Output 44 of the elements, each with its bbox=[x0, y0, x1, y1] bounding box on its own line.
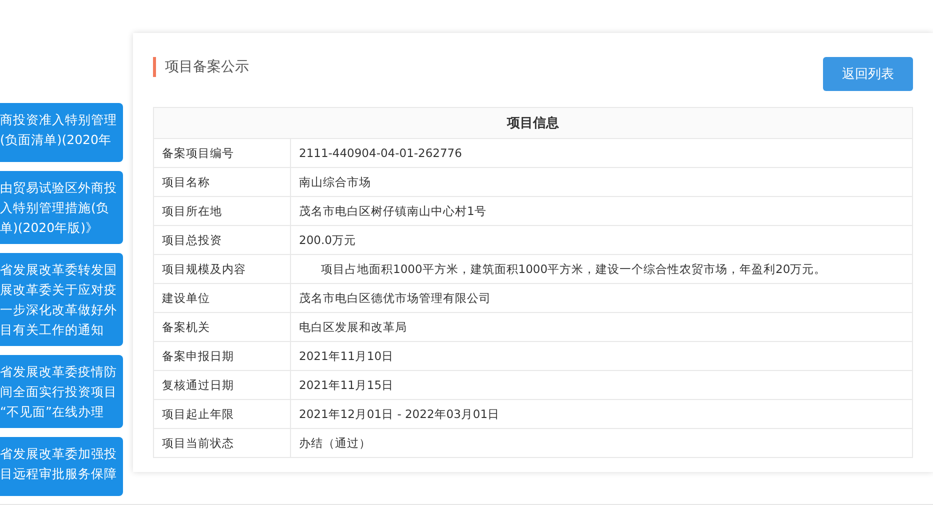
field-label-cell: 备案申报日期 bbox=[154, 342, 290, 370]
news-link-card[interactable]: 省发展改革委疫情防 间全面实行投资项目 “不见面”在线办理 bbox=[0, 355, 123, 428]
field-value-cell: 电白区发展和改革局 bbox=[290, 312, 912, 342]
news-link-card[interactable]: 由贸易试验区外商投 入特别管理措施(负 单)(2020年版)》 bbox=[0, 171, 123, 244]
news-link-text: 目远程审批服务保障 bbox=[0, 465, 118, 483]
news-link-text: 商投资准入特别管理 bbox=[0, 111, 118, 129]
field-label-cell: 项目起止年限 bbox=[154, 400, 290, 428]
field-value-cell: 2021年12月01日 - 2022年03月01日 bbox=[290, 400, 912, 428]
news-link-text: 由贸易试验区外商投 bbox=[0, 179, 118, 197]
news-link-text: 省发展改革委加强投 bbox=[0, 445, 118, 463]
field-label-cell: 备案机关 bbox=[154, 312, 290, 342]
field-label-cell: 项目总投资 bbox=[154, 226, 290, 254]
news-link-text: 目有关工作的通知 bbox=[0, 321, 105, 339]
field-value-cell: 2111-440904-04-01-262776 bbox=[290, 138, 912, 168]
panel-title: 项目备案公示 bbox=[153, 57, 249, 77]
news-link-card[interactable]: 商投资准入特别管理 (负面清单)(2020年 bbox=[0, 103, 123, 162]
field-value-cell: 办结（通过） bbox=[290, 428, 912, 458]
news-link-text: “不见面”在线办理 bbox=[0, 403, 105, 421]
news-link-text: 展改革委关于应对疫 bbox=[0, 281, 118, 299]
news-link-text: 省发展改革委转发国 bbox=[0, 261, 118, 279]
back-to-list-button[interactable]: 返回列表 bbox=[823, 57, 913, 91]
field-label-cell: 项目名称 bbox=[154, 168, 290, 196]
news-link-text: 间全面实行投资项目 bbox=[0, 383, 118, 401]
field-label-cell: 项目当前状态 bbox=[154, 428, 290, 458]
field-label-cell: 复核通过日期 bbox=[154, 370, 290, 400]
field-value-cell: 项目占地面积1000平方米，建筑面积1000平方米，建设一个综合性农贸市场，年盈利20万元。 bbox=[290, 254, 912, 284]
field-value-cell: 茂名市电白区树仔镇南山中心村1号 bbox=[290, 196, 912, 226]
field-label-cell: 项目规模及内容 bbox=[154, 254, 290, 284]
field-value-cell: 茂名市电白区德优市场管理有限公司 bbox=[290, 284, 912, 312]
news-link-card[interactable]: 省发展改革委加强投 目远程审批服务保障 bbox=[0, 437, 123, 496]
field-value-cell: 200.0万元 bbox=[290, 226, 912, 254]
news-link-card[interactable]: 省发展改革委转发国 展改革委关于应对疫 一步深化改革做好外 目有关工作的通知 bbox=[0, 253, 123, 346]
news-link-text: 入特别管理措施(负 bbox=[0, 199, 110, 217]
field-value-cell: 南山综合市场 bbox=[290, 168, 912, 196]
news-link-text: 单)(2020年版)》 bbox=[0, 219, 100, 237]
field-value-cell: 2021年11月10日 bbox=[290, 342, 912, 370]
news-link-text: (负面清单)(2020年 bbox=[0, 131, 112, 149]
field-value-cell: 2021年11月15日 bbox=[290, 370, 912, 400]
news-link-text: 省发展改革委疫情防 bbox=[0, 363, 118, 381]
field-label-cell: 项目所在地 bbox=[154, 196, 290, 226]
table-heading: 项目信息 bbox=[154, 108, 912, 138]
news-link-text: 一步深化改革做好外 bbox=[0, 301, 118, 319]
field-label-cell: 建设单位 bbox=[154, 284, 290, 312]
field-label-cell: 备案项目编号 bbox=[154, 138, 290, 168]
